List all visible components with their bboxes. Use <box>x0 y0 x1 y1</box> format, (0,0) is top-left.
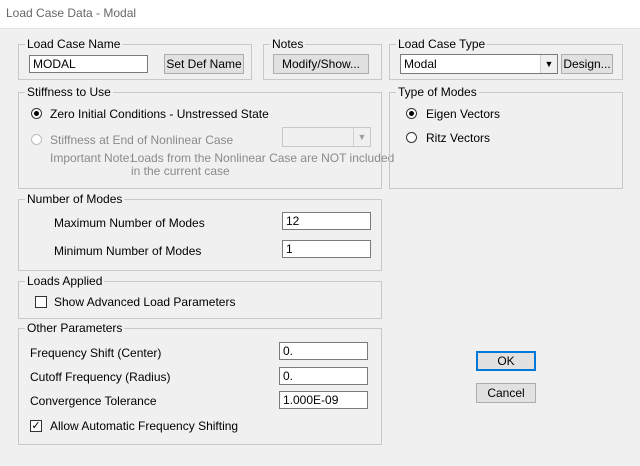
chevron-down-icon[interactable]: ▼ <box>540 55 557 73</box>
type-of-modes-legend: Type of Modes <box>396 85 479 99</box>
cutoff-frequency-input[interactable]: 0. <box>279 367 368 385</box>
max-modes-input[interactable]: 12 <box>282 212 371 230</box>
cutoff-frequency-label: Cutoff Frequency (Radius) <box>30 370 171 384</box>
nonlinear-stiffness-label: Stiffness at End of Nonlinear Case <box>50 133 234 147</box>
stiffness-legend: Stiffness to Use <box>25 85 113 99</box>
ritz-vectors-radio[interactable] <box>406 132 417 143</box>
load-case-name-legend: Load Case Name <box>25 37 123 51</box>
load-case-type-select[interactable]: Modal ▼ <box>400 54 558 74</box>
cancel-button[interactable]: Cancel <box>476 383 536 403</box>
important-note-line1: Loads from the Nonlinear Case are NOT in… <box>131 151 395 165</box>
notes-legend: Notes <box>270 37 306 51</box>
title-bar[interactable]: Load Case Data - Modal <box>0 0 640 29</box>
ok-button[interactable]: OK <box>476 351 536 371</box>
design-button[interactable]: Design... <box>561 54 613 74</box>
freq-shift-label: Frequency Shift (Center) <box>30 346 162 360</box>
load-case-dialog: Load Case Data - Modal Load Case Name MO… <box>0 0 640 466</box>
convergence-tolerance-label: Convergence Tolerance <box>30 394 157 408</box>
convergence-tolerance-input[interactable]: 1.000E-09 <box>279 391 368 409</box>
min-modes-input[interactable]: 1 <box>282 240 371 258</box>
max-modes-label: Maximum Number of Modes <box>54 216 205 230</box>
set-def-name-button[interactable]: Set Def Name <box>164 54 244 74</box>
important-note-label: Important Note: <box>50 151 133 165</box>
chevron-down-icon: ▼ <box>353 128 370 146</box>
load-case-type-legend: Load Case Type <box>396 37 488 51</box>
other-parameters-legend: Other Parameters <box>25 321 125 335</box>
load-case-type-value: Modal <box>404 57 437 71</box>
eigen-vectors-radio[interactable] <box>406 108 417 119</box>
eigen-vectors-label[interactable]: Eigen Vectors <box>426 107 500 121</box>
important-note-line2: in the current case <box>131 164 230 178</box>
load-case-name-input[interactable]: MODAL <box>29 55 148 73</box>
number-of-modes-legend: Number of Modes <box>25 192 125 206</box>
nonlinear-stiffness-radio <box>31 134 42 145</box>
min-modes-label: Minimum Number of Modes <box>54 244 202 258</box>
show-advanced-label[interactable]: Show Advanced Load Parameters <box>54 295 235 309</box>
freq-shift-input[interactable]: 0. <box>279 342 368 360</box>
ritz-vectors-label[interactable]: Ritz Vectors <box>426 131 490 145</box>
show-advanced-checkbox[interactable] <box>35 296 47 308</box>
window-title: Load Case Data - Modal <box>6 6 137 20</box>
type-of-modes-group: Type of Modes <box>389 85 623 189</box>
zero-initial-label[interactable]: Zero Initial Conditions - Unstressed Sta… <box>50 107 269 121</box>
auto-shift-checkbox[interactable]: ✓ <box>30 420 42 432</box>
zero-initial-radio[interactable] <box>31 108 42 119</box>
number-of-modes-group: Number of Modes <box>18 192 382 271</box>
modify-show-button[interactable]: Modify/Show... <box>273 54 369 74</box>
nonlinear-case-select: ▼ <box>282 127 371 147</box>
loads-applied-legend: Loads Applied <box>25 274 105 288</box>
auto-shift-label[interactable]: Allow Automatic Frequency Shifting <box>50 419 238 433</box>
